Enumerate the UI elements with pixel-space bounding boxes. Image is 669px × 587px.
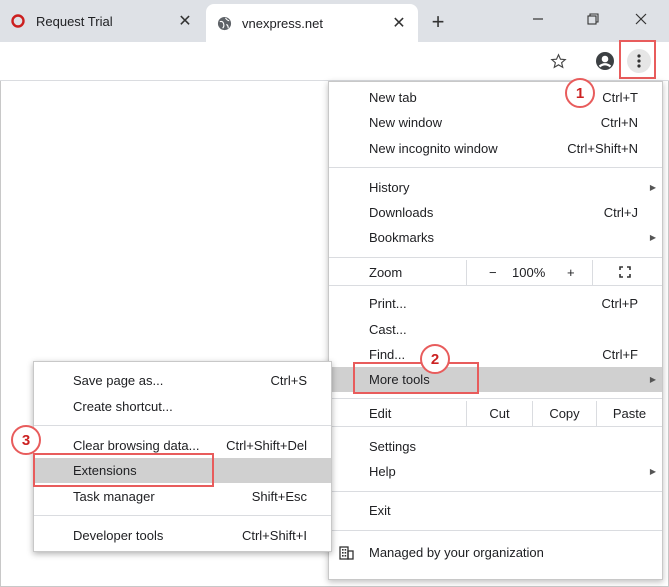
more-tools-highlight-box (353, 362, 479, 394)
menu-label: Bookmarks (369, 230, 435, 245)
menu-item-zoom: Zoom − 100% + (329, 260, 662, 285)
tab-title: vnexpress.net (242, 15, 323, 31)
zoom-level: 100% (512, 265, 546, 280)
menu-divider (34, 425, 331, 426)
submenu-arrow-icon: ▶ (649, 233, 656, 242)
brand-ring-icon (10, 13, 26, 29)
close-icon[interactable]: ✕ (176, 12, 194, 30)
menu-item-new-tab[interactable]: New tab Ctrl+T (329, 85, 662, 110)
menu-item-settings[interactable]: Settings (329, 434, 662, 459)
menu-divider (329, 257, 662, 258)
submenu-item-save-page[interactable]: Save page as... Ctrl+S (34, 368, 331, 393)
menu-label: Save page as... (73, 373, 164, 388)
menu-item-cast[interactable]: Cast... (329, 317, 662, 342)
menu-item-managed[interactable]: Managed by your organization (329, 540, 662, 565)
submenu-item-task-manager[interactable]: Task manager Shift+Esc (34, 484, 331, 509)
menu-label: Zoom (369, 265, 403, 280)
menu-shortcut: Shift+Esc (251, 489, 307, 504)
paste-button[interactable]: Paste (597, 401, 662, 426)
zoom-divider (466, 260, 467, 285)
menu-label: Find... (369, 347, 406, 362)
tab-vnexpress[interactable]: vnexpress.net ✕ (206, 4, 418, 42)
menu-shortcut: Ctrl+Shift+I (241, 528, 307, 543)
building-icon (339, 545, 354, 563)
profile-avatar-icon[interactable] (594, 50, 616, 72)
menu-shortcut: Ctrl+Shift+N (567, 141, 638, 156)
step-callout-1: 1 (565, 78, 595, 108)
copy-button[interactable]: Copy (533, 401, 596, 426)
menu-item-edit: Edit Cut Copy Paste (329, 401, 662, 426)
menu-shortcut: Ctrl+S (270, 373, 307, 388)
star-icon[interactable] (547, 50, 569, 72)
menu-label: New window (369, 115, 442, 130)
tab-request-trial[interactable]: Request Trial ✕ (0, 0, 204, 42)
cut-button[interactable]: Cut (467, 401, 532, 426)
menu-label: Create shortcut... (73, 399, 173, 414)
new-tab-plus-icon[interactable]: + (424, 8, 452, 36)
menu-label: History (369, 180, 410, 195)
menu-item-new-incognito[interactable]: New incognito window Ctrl+Shift+N (329, 136, 662, 161)
tab-strip: Request Trial ✕ vnexpress.net ✕ + (0, 0, 669, 42)
menu-divider (329, 398, 662, 399)
menu-item-exit[interactable]: Exit (329, 498, 662, 523)
submenu-arrow-icon: ▶ (649, 183, 656, 192)
menu-item-new-window[interactable]: New window Ctrl+N (329, 110, 662, 135)
menu-divider (329, 530, 662, 531)
menu-divider (34, 515, 331, 516)
menu-shortcut: Ctrl+P (601, 296, 638, 311)
menu-item-downloads[interactable]: Downloads Ctrl+J (329, 200, 662, 225)
submenu-arrow-icon: ▶ (649, 375, 656, 384)
step-callout-3: 3 (11, 425, 41, 455)
menu-label: Task manager (73, 489, 155, 504)
menu-divider (329, 167, 662, 168)
menu-label: Developer tools (73, 528, 164, 543)
submenu-item-dev-tools[interactable]: Developer tools Ctrl+Shift+I (34, 523, 331, 548)
submenu-item-create-shortcut[interactable]: Create shortcut... (34, 394, 331, 419)
step-callout-2: 2 (420, 344, 450, 374)
window-close-icon[interactable] (618, 0, 664, 38)
menu-shortcut: Ctrl+N (600, 115, 638, 130)
menu-divider (329, 426, 662, 427)
menu-label: Cast... (369, 322, 407, 337)
menu-item-print[interactable]: Print... Ctrl+P (329, 291, 662, 316)
chrome-main-menu: New tab Ctrl+T New window Ctrl+N New inc… (328, 81, 663, 580)
menu-label: Managed by your organization (369, 545, 544, 560)
menu-label: New incognito window (369, 141, 498, 156)
globe-icon (216, 15, 232, 31)
menu-label: Help (369, 464, 396, 479)
menu-label: Print... (369, 296, 407, 311)
zoom-out-button[interactable]: − (489, 265, 497, 280)
menu-shortcut: Ctrl+Shift+Del (226, 438, 307, 453)
kebab-highlight-box (619, 40, 656, 79)
menu-divider (329, 285, 662, 286)
menu-item-history[interactable]: History ▶ (329, 175, 662, 200)
close-icon[interactable]: ✕ (390, 14, 408, 32)
menu-item-help[interactable]: Help ▶ (329, 459, 662, 484)
extensions-highlight-box (33, 453, 214, 487)
zoom-in-button[interactable]: + (567, 265, 575, 280)
menu-label: New tab (369, 90, 417, 105)
menu-divider (329, 491, 662, 492)
toolbar (0, 42, 669, 81)
menu-shortcut: Ctrl+F (602, 347, 638, 362)
menu-item-bookmarks[interactable]: Bookmarks ▶ (329, 225, 662, 250)
menu-label: Downloads (369, 205, 434, 220)
minimize-icon[interactable] (515, 0, 561, 38)
tab-title: Request Trial (36, 13, 113, 29)
menu-shortcut: Ctrl+T (602, 90, 638, 105)
restore-icon[interactable] (570, 0, 616, 38)
menu-label: Settings (369, 439, 416, 454)
menu-label: Exit (369, 503, 391, 518)
menu-label: Clear browsing data... (73, 438, 200, 453)
fullscreen-icon[interactable] (619, 266, 631, 278)
zoom-divider (592, 260, 593, 285)
menu-shortcut: Ctrl+J (603, 205, 638, 220)
submenu-arrow-icon: ▶ (649, 467, 656, 476)
menu-label: Edit (369, 406, 392, 421)
